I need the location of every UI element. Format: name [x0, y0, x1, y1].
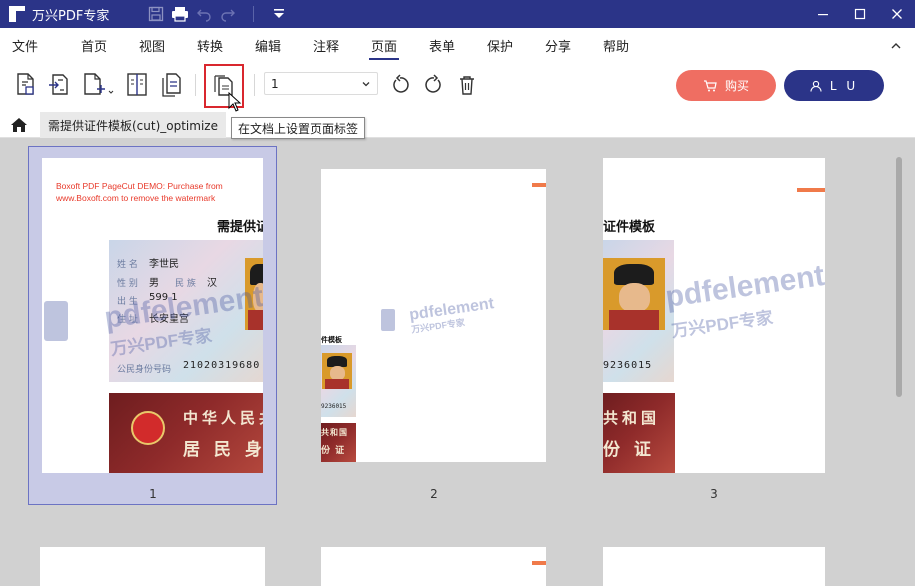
quick-access-toolbar — [147, 5, 288, 23]
tooltip: 在文档上设置页面标签 — [231, 117, 366, 139]
demo-watermark-text: Boxoft PDF PageCut DEMO: Purchase from w… — [56, 181, 223, 203]
id-card-back: 共和国 份 证 — [321, 423, 356, 462]
page-4[interactable] — [40, 547, 265, 586]
menu-item[interactable]: 页面 — [368, 28, 400, 62]
page-2[interactable]: pdfelement 万兴PDF专家 件模板 9236015 共和国 份 证 — [321, 169, 546, 462]
menu-item[interactable]: 转换 — [197, 28, 223, 62]
collapse-ribbon-icon[interactable] — [889, 38, 903, 52]
document-tab-bar: 需提供证件模板(cut)_optimize — [0, 110, 915, 138]
toolbar-divider — [195, 74, 196, 96]
titlebar-divider — [253, 6, 255, 22]
mouse-cursor-icon — [228, 92, 242, 112]
user-account-button[interactable]: L U — [784, 70, 884, 101]
close-button[interactable] — [878, 0, 915, 28]
page-label-tag — [532, 183, 546, 187]
menu-bar: 文件 首页 视图 转换 编辑 注释 页面 表单 保护 分享 帮助 — [0, 28, 915, 62]
page-3[interactable]: 证件模板 9236015 共和国 份 证 pdfelement 万兴PDF专家 — [603, 158, 825, 473]
add-page-dropdown-icon[interactable] — [80, 71, 116, 99]
page-5[interactable] — [321, 547, 546, 586]
menu-item[interactable]: 保护 — [487, 28, 513, 62]
national-emblem — [131, 411, 165, 445]
id-card-back: 中华人民共 居 民 身 — [109, 393, 263, 473]
rotate-left-icon[interactable] — [386, 71, 414, 99]
print-icon[interactable] — [171, 5, 189, 23]
id-card-front: 9236015 — [603, 240, 674, 382]
id-card-back: 共和国 份 证 — [603, 393, 675, 473]
chevron-down-icon — [362, 82, 370, 87]
menu-item[interactable]: 分享 — [545, 28, 571, 62]
id-card-front: 9236015 — [321, 345, 356, 417]
extract-page-icon[interactable] — [45, 71, 73, 99]
menu-item[interactable]: 注释 — [313, 28, 339, 62]
page-number-2: 2 — [430, 487, 438, 501]
vertical-scrollbar[interactable] — [896, 157, 902, 397]
page-number-1: 1 — [149, 487, 157, 501]
pdfelement-logo-icon — [381, 309, 395, 331]
page-label-tag — [797, 188, 825, 192]
split-page-icon[interactable] — [123, 71, 151, 99]
menu-item[interactable]: 帮助 — [603, 28, 629, 62]
window-controls — [804, 0, 915, 28]
maximize-button[interactable] — [841, 0, 878, 28]
menu-item[interactable]: 首页 — [81, 28, 107, 62]
page-toolbar: 1 购买 L U — [0, 62, 915, 110]
app-title: 万兴PDF专家 — [32, 8, 110, 24]
buy-label: 购买 — [724, 79, 749, 93]
page-label-tag — [532, 561, 546, 565]
buy-button[interactable]: 购买 — [676, 70, 776, 101]
title-bar: 万兴PDF专家 — [0, 0, 915, 28]
id-portrait — [603, 258, 665, 330]
page-number-3: 3 — [710, 487, 718, 501]
menu-item[interactable]: 文件 — [12, 28, 38, 62]
delete-page-icon[interactable] — [453, 71, 481, 99]
cart-icon — [703, 79, 717, 91]
insert-page-icon[interactable] — [12, 71, 40, 99]
pdfelement-logo-icon — [44, 301, 68, 341]
app-logo-icon — [8, 5, 26, 23]
replace-page-icon[interactable] — [158, 71, 186, 99]
document-tab[interactable]: 需提供证件模板(cut)_optimize — [40, 112, 226, 138]
undo-icon[interactable] — [195, 5, 213, 23]
redo-icon[interactable] — [219, 5, 237, 23]
menu-item[interactable]: 表单 — [429, 28, 455, 62]
page-1[interactable]: Boxoft PDF PageCut DEMO: Purchase from w… — [42, 158, 263, 473]
menu-item[interactable]: 编辑 — [255, 28, 281, 62]
page-thumbnails-workspace: Boxoft PDF PageCut DEMO: Purchase from w… — [0, 139, 915, 586]
id-portrait — [322, 353, 352, 389]
document-title: 需提供证 — [217, 220, 263, 235]
page-6[interactable] — [603, 547, 825, 586]
user-label: L U — [829, 78, 859, 93]
document-title: 证件模板 — [603, 220, 656, 235]
save-icon[interactable] — [147, 5, 165, 23]
rotate-right-icon[interactable] — [420, 71, 448, 99]
minimize-button[interactable] — [804, 0, 841, 28]
home-icon[interactable] — [6, 114, 32, 136]
document-title: 件模板 — [321, 336, 342, 344]
customize-quick-access-icon[interactable] — [270, 5, 288, 23]
page-number-select[interactable]: 1 — [264, 72, 378, 95]
menu-item[interactable]: 视图 — [139, 28, 165, 62]
toolbar-divider — [254, 74, 255, 96]
user-icon — [810, 80, 822, 92]
page-number-value: 1 — [271, 76, 279, 91]
